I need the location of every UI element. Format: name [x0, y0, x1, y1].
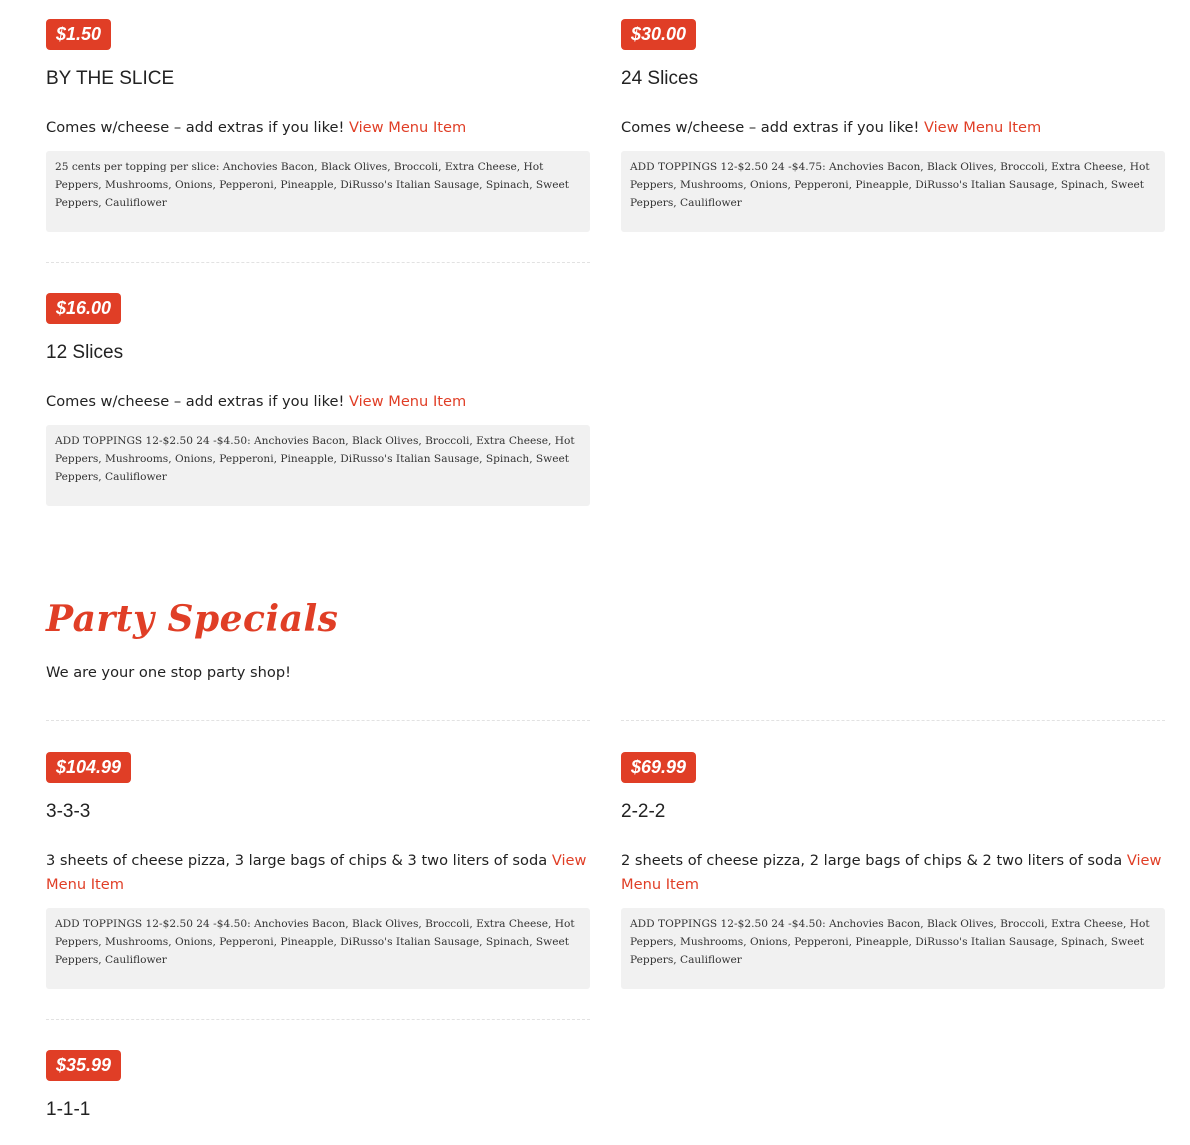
toppings-note: ADD TOPPINGS 12-$2.50 24 -$4.50: Anchovi…: [46, 908, 590, 989]
item-name: 3-3-3: [46, 801, 91, 822]
item-description: Comes w/cheese – add extras if you like!…: [621, 116, 1165, 140]
price-badge: $30.00: [621, 19, 697, 50]
item-description: 3 sheets of cheese pizza, 3 large bags o…: [46, 849, 590, 897]
item-description-text: Comes w/cheese – add extras if you like!: [621, 119, 920, 136]
price-badge: $16.00: [46, 293, 122, 324]
item-description-text: 3 sheets of cheese pizza, 3 large bags o…: [46, 852, 548, 869]
divider: [46, 1019, 590, 1020]
item-name: 2-2-2: [621, 801, 666, 822]
item-description: Comes w/cheese – add extras if you like!…: [46, 116, 590, 140]
item-description-text: 2 sheets of cheese pizza, 2 large bags o…: [621, 852, 1123, 869]
divider: [46, 262, 590, 263]
view-menu-item-link[interactable]: View Menu Item: [349, 393, 466, 410]
price-badge: $104.99: [46, 752, 132, 783]
item-name: BY THE SLICE: [46, 68, 175, 89]
view-menu-item-link[interactable]: View Menu Item: [924, 119, 1041, 136]
price-badge: $35.99: [46, 1050, 122, 1081]
toppings-note: ADD TOPPINGS 12-$2.50 24 -$4.75: Anchovi…: [621, 151, 1165, 232]
item-description-text: Comes w/cheese – add extras if you like!: [46, 393, 345, 410]
toppings-note: ADD TOPPINGS 12-$2.50 24 -$4.50: Anchovi…: [621, 908, 1165, 989]
item-name: 12 Slices: [46, 342, 124, 363]
menu-page: $1.50 BY THE SLICE Comes w/cheese – add …: [0, 0, 1190, 1145]
item-name: 1-1-1: [46, 1099, 91, 1120]
view-menu-item-link[interactable]: View Menu Item: [349, 119, 466, 136]
divider: [621, 720, 1165, 721]
divider: [46, 720, 590, 721]
item-name: 24 Slices: [621, 68, 699, 89]
item-description: 2 sheets of cheese pizza, 2 large bags o…: [621, 849, 1165, 897]
price-badge: $1.50: [46, 19, 112, 50]
section-subtitle: We are your one stop party shop!: [46, 664, 291, 681]
item-description-text: Comes w/cheese – add extras if you like!: [46, 119, 345, 136]
section-title: Party Specials: [46, 598, 339, 640]
toppings-note: 25 cents per topping per slice: Anchovie…: [46, 151, 590, 232]
price-badge: $69.99: [621, 752, 697, 783]
item-description: Comes w/cheese – add extras if you like!…: [46, 390, 590, 414]
toppings-note: ADD TOPPINGS 12-$2.50 24 -$4.50: Anchovi…: [46, 425, 590, 506]
